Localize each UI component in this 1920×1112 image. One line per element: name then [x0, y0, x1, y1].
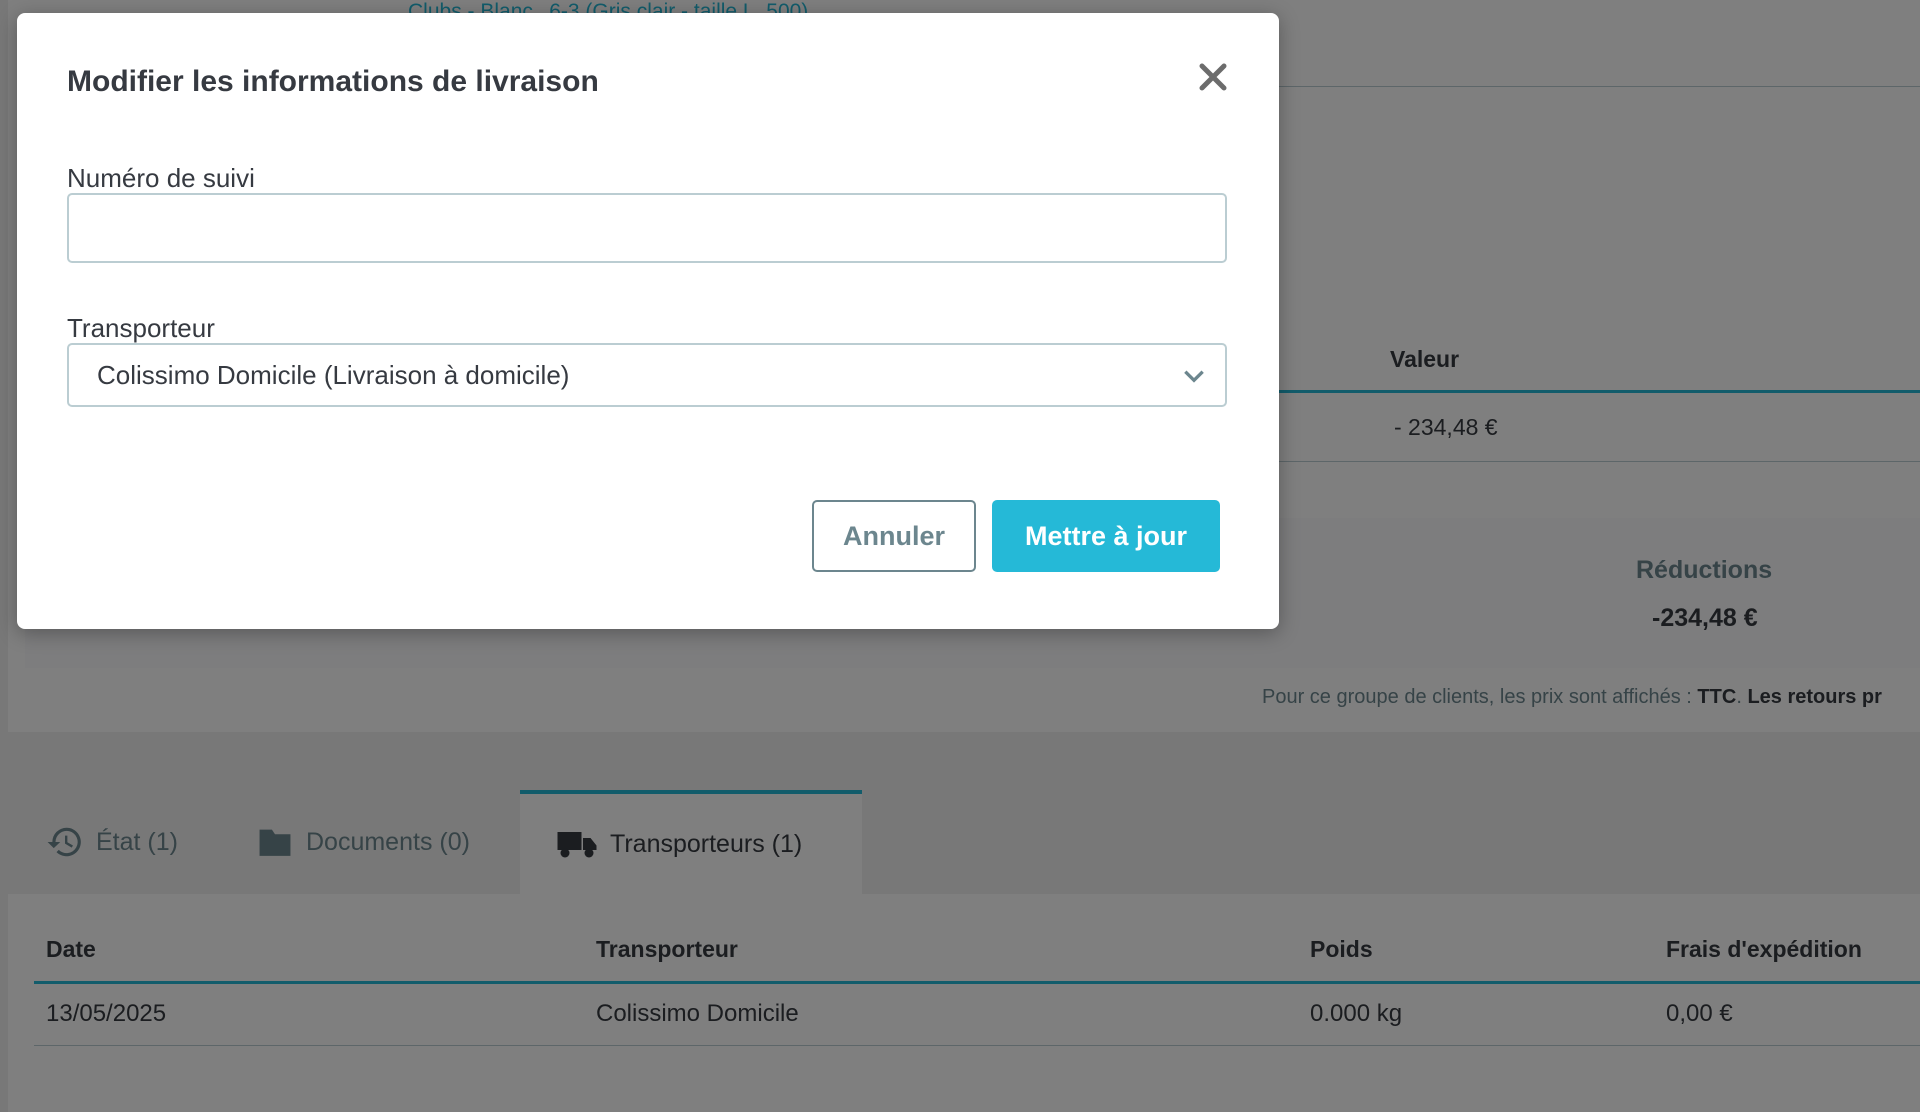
update-button[interactable]: Mettre à jour — [992, 500, 1220, 572]
tracking-number-label: Numéro de suivi — [67, 163, 255, 193]
carrier-select[interactable]: Colissimo Domicile (Livraison à domicile… — [67, 343, 1227, 407]
modal-title: Modifier les informations de livraison — [67, 65, 599, 98]
edit-shipping-modal: Modifier les informations de livraison N… — [17, 13, 1279, 629]
tracking-number-input[interactable] — [67, 193, 1227, 263]
carrier-label: Transporteur — [67, 313, 215, 343]
chevron-down-icon — [1184, 370, 1204, 383]
close-button[interactable] — [1193, 57, 1233, 97]
cancel-button[interactable]: Annuler — [812, 500, 976, 572]
close-icon — [1199, 63, 1227, 91]
carrier-selected-value: Colissimo Domicile (Livraison à domicile… — [97, 359, 570, 390]
